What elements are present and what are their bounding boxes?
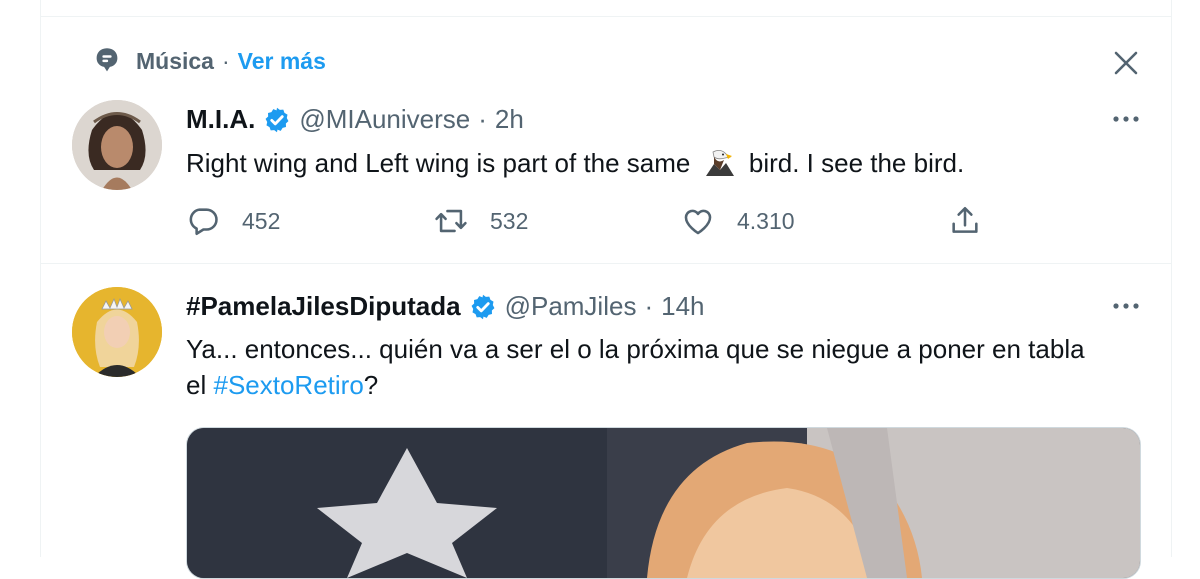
like-count: 4.310 [737, 207, 795, 234]
tweet-text: Ya... entonces... quién va a ser el o la… [186, 331, 1106, 403]
retweet-icon [435, 209, 467, 233]
verified-badge-icon [265, 107, 289, 132]
header-separator: · [478, 104, 487, 134]
avatar[interactable] [72, 100, 162, 190]
eagle-emoji-icon [705, 150, 734, 176]
share-button[interactable] [948, 204, 1004, 238]
reply-icon [189, 208, 218, 236]
close-icon[interactable] [1111, 48, 1141, 78]
like-button[interactable]: 4.310 [681, 204, 795, 238]
retweet-count: 532 [490, 207, 529, 234]
like-icon [684, 209, 712, 235]
author-name[interactable]: #PamelaJilesDiputada [186, 291, 461, 322]
topic-icon [96, 48, 118, 72]
verified-badge-icon [471, 294, 495, 319]
tweet-text-part: Right wing and Left wing is part of the … [186, 148, 691, 178]
topic-context: Música · Ver más [96, 48, 326, 75]
more-icon[interactable] [1111, 114, 1141, 124]
tweet-header: M.I.A. @MIAuniverse · 2h [186, 104, 524, 135]
tweet-text-part: ? [363, 370, 379, 400]
tweet-text-part: bird. I see the bird. [748, 148, 965, 178]
more-icon[interactable] [1111, 301, 1141, 311]
avatar[interactable] [72, 287, 162, 377]
share-icon [952, 206, 978, 233]
hashtag-link[interactable]: #SextoRetiro [213, 370, 363, 400]
tweet-header: #PamelaJilesDiputada @PamJiles · 14h [186, 291, 705, 322]
divider [41, 263, 1171, 264]
tweet-media-image[interactable] [186, 427, 1141, 579]
retweet-button[interactable]: 532 [434, 204, 528, 238]
tweet-actions: 452 532 4.310 [186, 204, 986, 244]
divider [41, 16, 1171, 17]
timeline-column: Música · Ver más M.I.A. @MIAuniverse · 2… [40, 0, 1172, 579]
author-handle[interactable]: @MIAuniverse [299, 104, 470, 135]
tweet-time[interactable]: 2h [495, 104, 524, 135]
context-separator: · [221, 48, 230, 74]
tweet-time[interactable]: 14h [661, 291, 704, 322]
author-name[interactable]: M.I.A. [186, 104, 255, 135]
reply-count: 452 [242, 207, 281, 234]
tweet-text: Right wing and Left wing is part of the … [186, 145, 964, 181]
header-separator: · [644, 291, 654, 321]
reply-button[interactable]: 452 [186, 204, 280, 238]
topic-label[interactable]: Música [136, 48, 214, 75]
see-more-link[interactable]: Ver más [238, 48, 326, 75]
author-handle[interactable]: @PamJiles [505, 291, 637, 322]
